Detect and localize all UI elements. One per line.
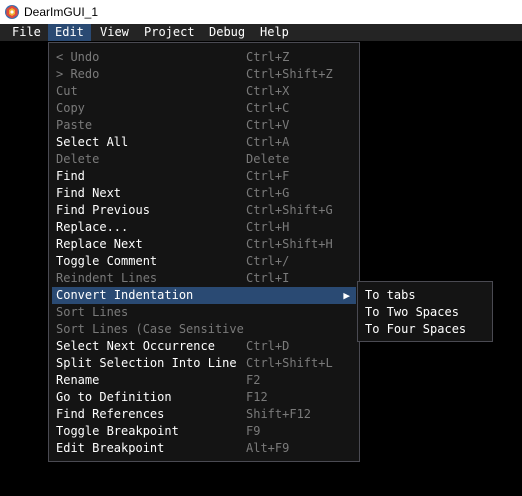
menu-item-find-next[interactable]: Find Next Ctrl+G [52, 185, 356, 202]
submenu-item-to-four-spaces[interactable]: To Four Spaces [361, 321, 489, 338]
menu-item-find[interactable]: Find Ctrl+F [52, 168, 356, 185]
menu-item-redo[interactable]: > Redo Ctrl+Shift+Z [52, 66, 356, 83]
menu-item-find-previous[interactable]: Find Previous Ctrl+Shift+G [52, 202, 356, 219]
window-title-bar: DearImGUI_1 [0, 0, 522, 24]
menu-item-reindent-lines[interactable]: Reindent Lines Ctrl+I [52, 270, 356, 287]
app-logo-icon [4, 4, 20, 20]
menu-item-edit-breakpoint[interactable]: Edit Breakpoint Alt+F9 [52, 440, 356, 457]
indentation-submenu-popup: To tabs To Two Spaces To Four Spaces [357, 281, 493, 342]
submenu-item-to-two-spaces[interactable]: To Two Spaces [361, 304, 489, 321]
menu-item-sort-lines-case-sensitive[interactable]: Sort Lines (Case Sensitive [52, 321, 356, 338]
menu-item-select-all[interactable]: Select All Ctrl+A [52, 134, 356, 151]
menu-item-cut[interactable]: Cut Ctrl+X [52, 83, 356, 100]
menu-item-replace[interactable]: Replace... Ctrl+H [52, 219, 356, 236]
menu-item-split-selection[interactable]: Split Selection Into Line Ctrl+Shift+L [52, 355, 356, 372]
menu-item-convert-indentation[interactable]: Convert Indentation ▶ [52, 287, 356, 304]
app-window: DearImGUI_1 File Edit View Project Debug… [0, 0, 522, 496]
menu-item-replace-next[interactable]: Replace Next Ctrl+Shift+H [52, 236, 356, 253]
window-title: DearImGUI_1 [24, 5, 99, 19]
menu-item-toggle-comment[interactable]: Toggle Comment Ctrl+/ [52, 253, 356, 270]
menu-file[interactable]: File [12, 24, 41, 41]
menu-item-sort-lines[interactable]: Sort Lines [52, 304, 356, 321]
menu-item-select-next-occurrence[interactable]: Select Next Occurrence Ctrl+D [52, 338, 356, 355]
menu-view[interactable]: View [100, 24, 129, 41]
submenu-item-to-tabs[interactable]: To tabs [361, 287, 489, 304]
menu-item-toggle-breakpoint[interactable]: Toggle Breakpoint F9 [52, 423, 356, 440]
menu-item-delete[interactable]: Delete Delete [52, 151, 356, 168]
menu-debug[interactable]: Debug [209, 24, 245, 41]
menu-edit[interactable]: Edit [48, 24, 91, 41]
menu-project[interactable]: Project [144, 24, 195, 41]
menu-item-find-references[interactable]: Find References Shift+F12 [52, 406, 356, 423]
menu-item-rename[interactable]: Rename F2 [52, 372, 356, 389]
menu-item-go-to-definition[interactable]: Go to Definition F12 [52, 389, 356, 406]
menu-item-copy[interactable]: Copy Ctrl+C [52, 100, 356, 117]
main-menu-bar: File Edit View Project Debug Help [0, 24, 522, 41]
menu-item-paste[interactable]: Paste Ctrl+V [52, 117, 356, 134]
edit-menu-popup: < Undo Ctrl+Z > Redo Ctrl+Shift+Z Cut Ct… [48, 42, 360, 462]
menu-help[interactable]: Help [260, 24, 289, 41]
menu-item-undo[interactable]: < Undo Ctrl+Z [52, 49, 356, 66]
submenu-arrow-icon: ▶ [343, 289, 350, 302]
